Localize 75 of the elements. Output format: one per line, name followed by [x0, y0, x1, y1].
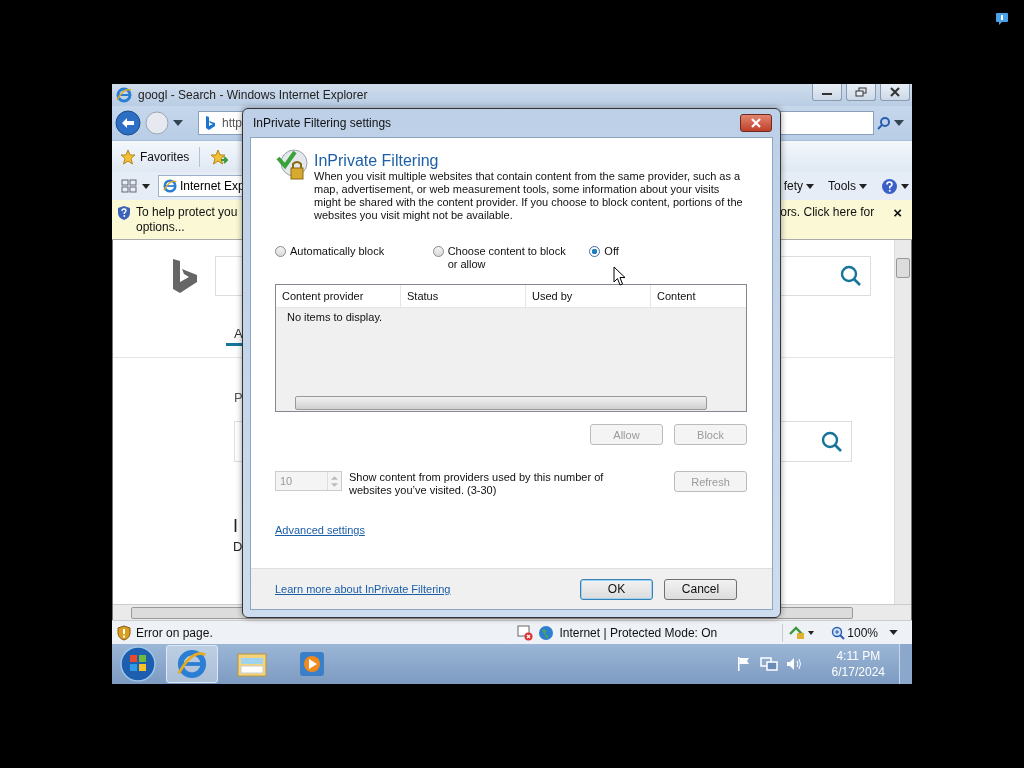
warning-shield-icon[interactable] — [117, 624, 131, 641]
zoom-button[interactable]: 100% — [831, 625, 878, 640]
page-text: P — [234, 390, 243, 405]
browser-icon — [163, 179, 177, 193]
search-icon[interactable] — [840, 265, 862, 287]
radio-option[interactable]: Choose content to block or allow — [432, 245, 590, 271]
dropdown-arrow-icon[interactable] — [889, 630, 898, 635]
minimize-button[interactable] — [812, 84, 842, 101]
dropdown-arrow-icon[interactable] — [142, 183, 150, 189]
bing-logo-icon — [172, 258, 198, 294]
restore-icon — [855, 87, 867, 97]
command-menu[interactable]: fety — [783, 179, 814, 193]
mouse-pointer-icon — [613, 266, 626, 286]
search-icon[interactable] — [877, 116, 891, 130]
restore-button[interactable] — [846, 84, 876, 101]
protected-mode-icon[interactable] — [788, 624, 815, 641]
browser-icon — [177, 649, 207, 679]
network-icon[interactable] — [759, 656, 778, 672]
blocked-icon[interactable] — [517, 624, 534, 641]
radio-option[interactable]: Off — [589, 245, 747, 271]
dropdown-arrow-icon[interactable] — [173, 120, 183, 126]
threshold-label: Show content from providers used by this number of websites you’ve visited. (3-30) — [349, 471, 605, 497]
security-zone-text: Internet | Protected Mode: On — [559, 625, 718, 640]
learn-more-link[interactable]: Learn more about InPrivate Filtering — [275, 583, 451, 595]
site-icon — [204, 115, 216, 131]
dialog-heading: InPrivate Filtering — [314, 152, 439, 170]
close-icon — [750, 118, 762, 128]
column-header[interactable]: Content provider — [276, 285, 401, 307]
flag-icon[interactable] — [735, 656, 752, 672]
command-menu[interactable]: Tools — [828, 179, 867, 193]
search-icon[interactable] — [821, 430, 843, 453]
taskbar-media-icon[interactable] — [298, 650, 326, 678]
globe-icon — [538, 624, 555, 641]
zoom-icon — [831, 625, 846, 640]
help-icon — [881, 177, 898, 195]
info-text: ors. Click here for — [780, 205, 875, 219]
vertical-scrollbar[interactable] — [894, 240, 911, 604]
radio-option[interactable]: Automatically block — [275, 245, 433, 271]
dropdown-arrow-icon[interactable] — [894, 120, 904, 126]
back-button[interactable] — [115, 110, 141, 136]
advanced-settings-link[interactable]: Advanced settings — [275, 524, 365, 536]
help-button[interactable] — [881, 177, 909, 195]
list-view[interactable]: Content provider Status Used by Content No items to display. — [275, 284, 747, 412]
column-header[interactable]: Content — [651, 285, 746, 307]
empty-message: No items to display. — [287, 311, 383, 323]
page-text: D — [233, 539, 243, 554]
dialog-button[interactable]: OK — [580, 578, 653, 600]
close-button[interactable]: × — [893, 205, 902, 220]
shield-icon — [117, 205, 131, 221]
close-icon — [889, 87, 901, 97]
filter-lock-icon — [275, 148, 311, 182]
message-icon[interactable] — [995, 12, 1009, 26]
add-favorite-icon[interactable] — [210, 148, 229, 165]
dropdown-arrow-icon — [901, 183, 909, 189]
taskbar-button[interactable] — [166, 645, 218, 683]
start-button[interactable] — [118, 644, 158, 684]
taskbar-folder-icon[interactable] — [236, 650, 268, 678]
volume-icon[interactable] — [785, 656, 804, 672]
page-heading: I — [233, 516, 238, 537]
favorites-button[interactable]: Favorites — [120, 148, 190, 165]
star-icon — [120, 148, 136, 165]
status-text: Error on page. — [136, 625, 213, 640]
close-button[interactable] — [880, 84, 910, 101]
description-text: When you visit multiple websites that contain content from the same provider, such as a map, advertisement, or web measurement tools, some information about your visits might be shared with the content provider. If you choose to block content, portions of the websites you visit might not be available. — [314, 170, 744, 222]
column-header[interactable]: Used by — [526, 285, 651, 307]
dropdown-arrow-icon — [859, 183, 867, 189]
dialog-button[interactable]: Cancel — [664, 578, 737, 600]
info-text: options... — [136, 220, 186, 235]
window-title: googl - Search - Windows Internet Explorer — [138, 88, 368, 102]
browser-icon — [116, 87, 132, 103]
column-header[interactable]: Status — [401, 285, 526, 307]
dropdown-arrow-icon — [806, 183, 814, 189]
dialog-title: InPrivate Filtering settings — [253, 116, 392, 130]
close-button[interactable] — [740, 114, 772, 132]
info-text: To help protect you — [136, 205, 238, 220]
